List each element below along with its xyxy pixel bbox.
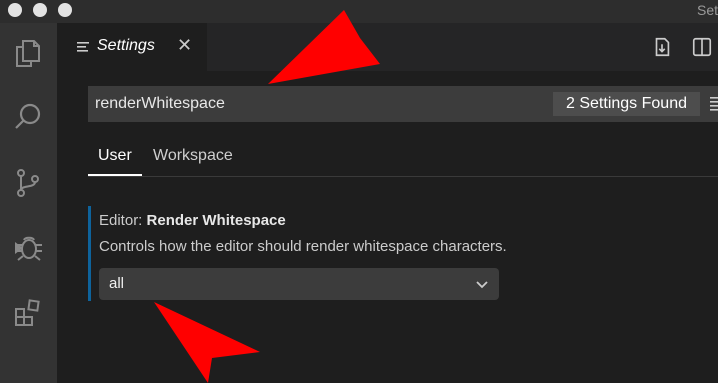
editor-tab-bar: Settings ✕ — [57, 23, 718, 71]
zoom-window-button[interactable] — [58, 3, 72, 17]
setting-name: Render Whitespace — [146, 212, 286, 229]
setting-title: Editor: Render Whitespace — [99, 212, 286, 229]
setting-render-whitespace: Editor: Render Whitespace Controls how t… — [88, 206, 608, 306]
active-tab-underline — [88, 174, 142, 176]
search-icon[interactable] — [10, 99, 46, 135]
results-count-badge: 2 Settings Found — [553, 92, 700, 116]
settings-search-input[interactable] — [88, 86, 538, 122]
setting-category: Editor: — [99, 212, 143, 229]
select-value: all — [109, 275, 125, 292]
setting-description: Controls how the editor should render wh… — [99, 238, 507, 255]
annotation-arrow-bottom — [154, 302, 260, 383]
settings-scope-tabs: User Workspace — [88, 145, 718, 177]
tab-workspace[interactable]: Workspace — [153, 147, 233, 165]
split-editor-icon[interactable] — [690, 35, 714, 59]
tab-label: Settings — [97, 37, 155, 54]
settings-lines-icon — [77, 42, 89, 52]
close-window-button[interactable] — [8, 3, 22, 17]
debug-icon[interactable] — [10, 229, 46, 265]
source-control-icon[interactable] — [10, 165, 46, 201]
tab-user[interactable]: User — [98, 147, 132, 165]
tab-settings[interactable]: Settings ✕ — [57, 23, 207, 71]
annotation-arrow-top — [268, 10, 380, 84]
minimize-window-button[interactable] — [33, 3, 47, 17]
filter-icon[interactable] — [710, 97, 718, 111]
chevron-down-icon — [476, 281, 488, 289]
window-title: Set — [696, 2, 718, 18]
close-icon[interactable]: ✕ — [177, 35, 192, 56]
activity-bar — [0, 23, 57, 383]
files-icon[interactable] — [10, 35, 46, 71]
open-settings-json-icon[interactable] — [650, 35, 674, 59]
settings-search-bar: 2 Settings Found — [88, 86, 718, 122]
focus-indicator-bar — [88, 206, 91, 301]
extensions-icon[interactable] — [10, 295, 46, 331]
render-whitespace-select[interactable]: all — [99, 268, 499, 300]
